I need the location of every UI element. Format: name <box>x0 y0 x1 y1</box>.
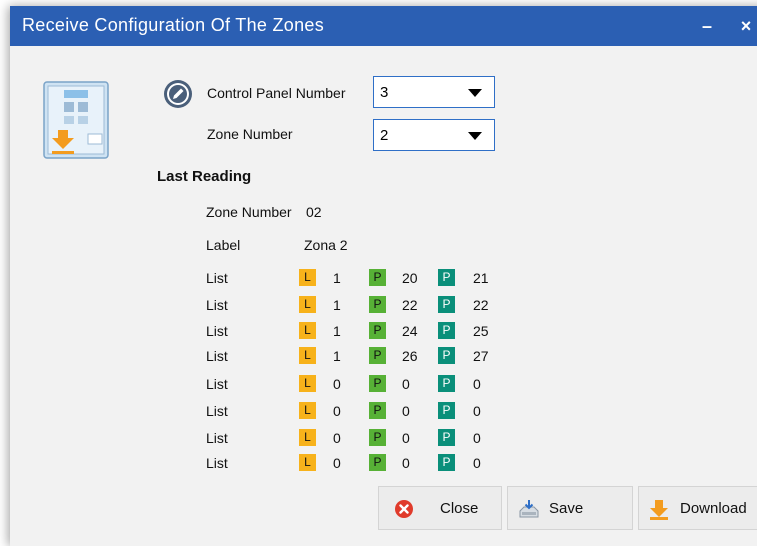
reading-label-label: Label <box>206 237 241 253</box>
close-button[interactable]: Close <box>378 486 502 530</box>
list-label: List <box>206 403 228 419</box>
list-row: List L 0 P 0 P 0 <box>10 401 510 421</box>
p-badge-teal: P <box>438 296 455 313</box>
edit-pencil-icon <box>163 79 193 114</box>
list-row: List L 0 P 0 P 0 <box>10 453 510 473</box>
list-label: List <box>206 348 228 364</box>
chevron-down-icon <box>468 132 482 140</box>
p-badge-green: P <box>369 375 386 392</box>
download-button-label: Download <box>680 500 747 517</box>
l-badge: L <box>299 454 316 471</box>
p1-value: 0 <box>402 455 410 471</box>
p1-value: 0 <box>402 376 410 392</box>
control-panel-download-icon <box>40 76 112 169</box>
p-badge-green: P <box>369 322 386 339</box>
list-label: List <box>206 376 228 392</box>
p2-value: 25 <box>473 323 489 339</box>
save-button-label: Save <box>549 500 584 517</box>
p2-value: 22 <box>473 297 489 313</box>
list-row: List L 0 P 0 P 0 <box>10 428 510 448</box>
control-panel-select[interactable]: 3 <box>373 76 495 108</box>
p1-value: 26 <box>402 348 418 364</box>
list-row: List L 1 P 24 P 25 <box>10 321 510 341</box>
list-row: List L 1 P 22 P 22 <box>10 295 510 315</box>
p-badge-teal: P <box>438 269 455 286</box>
l-badge: L <box>299 347 316 364</box>
l-badge: L <box>299 402 316 419</box>
p-badge-teal: P <box>438 402 455 419</box>
l-value: 0 <box>333 455 341 471</box>
last-reading-title: Last Reading <box>157 168 252 185</box>
p-badge-green: P <box>369 347 386 364</box>
title-bar[interactable]: Receive Configuration Of The Zones – × <box>10 6 757 46</box>
reading-label-value: Zona 2 <box>304 237 348 253</box>
p-badge-teal: P <box>438 454 455 471</box>
l-badge: L <box>299 269 316 286</box>
control-panel-label: Control Panel Number <box>207 85 346 101</box>
minimize-button[interactable]: – <box>693 12 721 40</box>
chevron-down-icon <box>468 89 482 97</box>
download-button[interactable]: Download <box>638 486 757 530</box>
p-badge-green: P <box>369 429 386 446</box>
p2-value: 0 <box>473 376 481 392</box>
l-value: 1 <box>333 270 341 286</box>
reading-zone-number-value: 02 <box>306 204 322 220</box>
p-badge-teal: P <box>438 429 455 446</box>
l-badge: L <box>299 375 316 392</box>
p-badge-green: P <box>369 296 386 313</box>
window-title: Receive Configuration Of The Zones <box>22 15 325 35</box>
p1-value: 0 <box>402 403 410 419</box>
list-row: List L 0 P 0 P 0 <box>10 374 510 394</box>
l-value: 1 <box>333 297 341 313</box>
l-value: 1 <box>333 323 341 339</box>
l-value: 0 <box>333 376 341 392</box>
list-label: List <box>206 430 228 446</box>
list-row: List L 1 P 26 P 27 <box>10 346 510 366</box>
l-badge: L <box>299 296 316 313</box>
close-circle-icon <box>394 499 414 524</box>
l-badge: L <box>299 429 316 446</box>
download-arrow-icon <box>648 498 670 525</box>
p-badge-green: P <box>369 269 386 286</box>
p2-value: 0 <box>473 430 481 446</box>
l-badge: L <box>299 322 316 339</box>
p1-value: 0 <box>402 430 410 446</box>
list-label: List <box>206 455 228 471</box>
zone-number-value: 2 <box>380 127 389 144</box>
p1-value: 24 <box>402 323 418 339</box>
save-button[interactable]: Save <box>507 486 633 530</box>
p2-value: 27 <box>473 348 489 364</box>
dialog-window: Receive Configuration Of The Zones – × C… <box>10 6 757 546</box>
list-label: List <box>206 323 228 339</box>
zone-number-select[interactable]: 2 <box>373 119 495 151</box>
list-label: List <box>206 297 228 313</box>
save-tray-icon <box>518 499 540 524</box>
p-badge-teal: P <box>438 322 455 339</box>
control-panel-value: 3 <box>380 84 389 101</box>
p2-value: 21 <box>473 270 489 286</box>
p1-value: 20 <box>402 270 418 286</box>
p1-value: 22 <box>402 297 418 313</box>
reading-zone-number-label: Zone Number <box>206 204 292 220</box>
p-badge-green: P <box>369 402 386 419</box>
list-row: List L 1 P 20 P 21 <box>10 268 510 288</box>
p-badge-teal: P <box>438 375 455 392</box>
window-close-button[interactable]: × <box>732 12 757 40</box>
p-badge-green: P <box>369 454 386 471</box>
l-value: 0 <box>333 430 341 446</box>
l-value: 1 <box>333 348 341 364</box>
p-badge-teal: P <box>438 347 455 364</box>
p2-value: 0 <box>473 403 481 419</box>
zone-number-label: Zone Number <box>207 126 293 142</box>
l-value: 0 <box>333 403 341 419</box>
close-button-label: Close <box>440 500 479 517</box>
p2-value: 0 <box>473 455 481 471</box>
list-label: List <box>206 270 228 286</box>
